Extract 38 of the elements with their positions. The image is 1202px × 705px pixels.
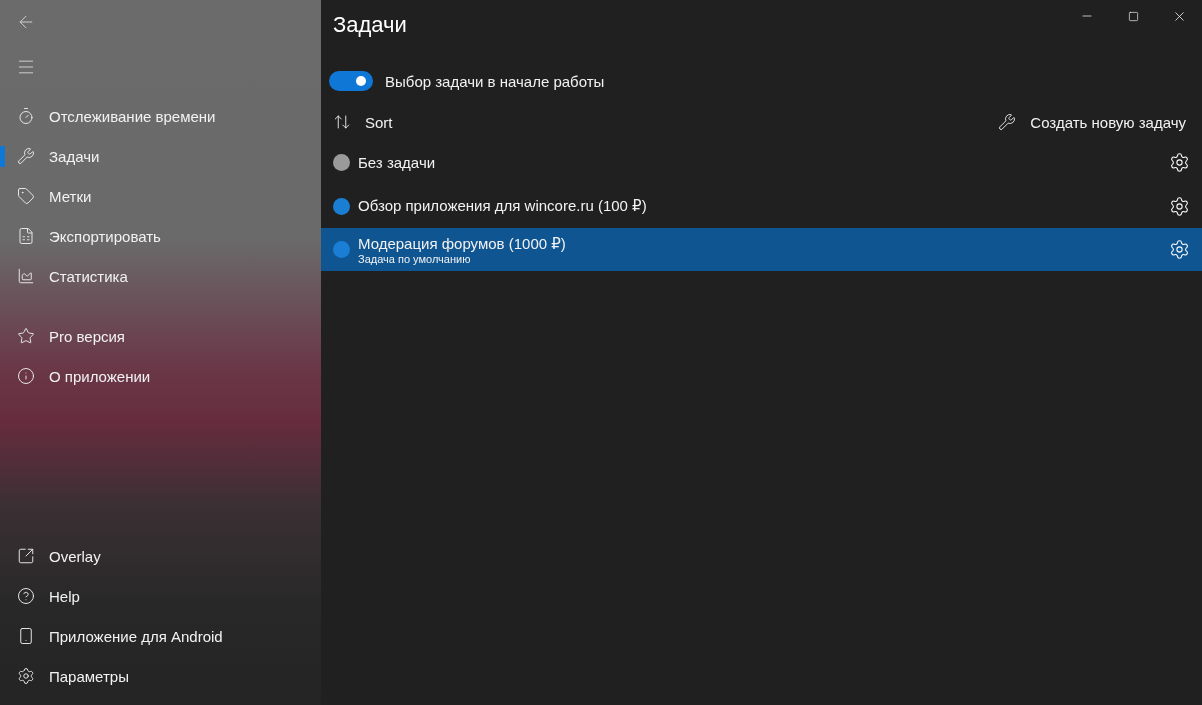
toggle-label: Выбор задачи в начале работы — [385, 72, 605, 90]
help-icon — [17, 587, 35, 605]
sidebar-item[interactable]: Параметры — [0, 656, 321, 696]
task-name: Обзор приложения для wincore.ru (100 ₽) — [358, 197, 648, 215]
task-subtitle: Задача по умолчанию — [358, 252, 472, 265]
info-icon — [17, 367, 35, 385]
sidebar-item[interactable]: Приложение для Android — [0, 616, 321, 656]
task-row[interactable]: Модерация форумов (1000 ₽) Задача по умолчанию — [321, 228, 1202, 271]
star-icon — [17, 327, 35, 345]
settings-icon[interactable] — [1169, 239, 1190, 260]
tag-icon — [17, 187, 35, 205]
sort-button[interactable]: Sort — [329, 113, 397, 131]
settings-icon[interactable] — [1169, 195, 1190, 217]
external-window-icon — [17, 547, 35, 565]
settings-icon[interactable] — [1169, 151, 1190, 173]
create-task-button[interactable]: Создать новую задачу — [994, 113, 1190, 131]
task-name: Модерация форумов (1000 ₽) — [358, 234, 567, 253]
sidebar-item[interactable]: Метки — [0, 176, 321, 216]
sort-icon — [333, 113, 351, 131]
wrench-icon — [17, 147, 35, 165]
sidebar-item[interactable]: О приложении — [0, 356, 321, 396]
sidebar-item[interactable]: Pro версия — [0, 316, 321, 356]
spreadsheet-icon — [17, 227, 35, 245]
phone-icon — [17, 627, 35, 645]
task-name: Без задачи — [358, 153, 437, 171]
sidebar-item[interactable]: Отслеживание времени — [0, 96, 321, 136]
sidebar-item[interactable]: Задачи — [0, 136, 321, 176]
area-chart-icon — [17, 267, 35, 285]
sidebar-item[interactable]: Экспортировать — [0, 216, 321, 256]
sidebar-item[interactable]: Overlay — [0, 536, 321, 576]
page-title: Задачи — [333, 12, 408, 38]
sidebar-item[interactable]: Статистика — [0, 256, 321, 296]
settings-icon — [17, 667, 35, 685]
stopwatch-icon — [17, 107, 35, 125]
task-row[interactable]: Обзор приложения для wincore.ru (100 ₽) — [321, 184, 1202, 228]
toggle-switch[interactable] — [329, 71, 373, 91]
sidebar-item[interactable]: Help — [0, 576, 321, 616]
task-row[interactable]: Без задачи — [321, 140, 1202, 184]
